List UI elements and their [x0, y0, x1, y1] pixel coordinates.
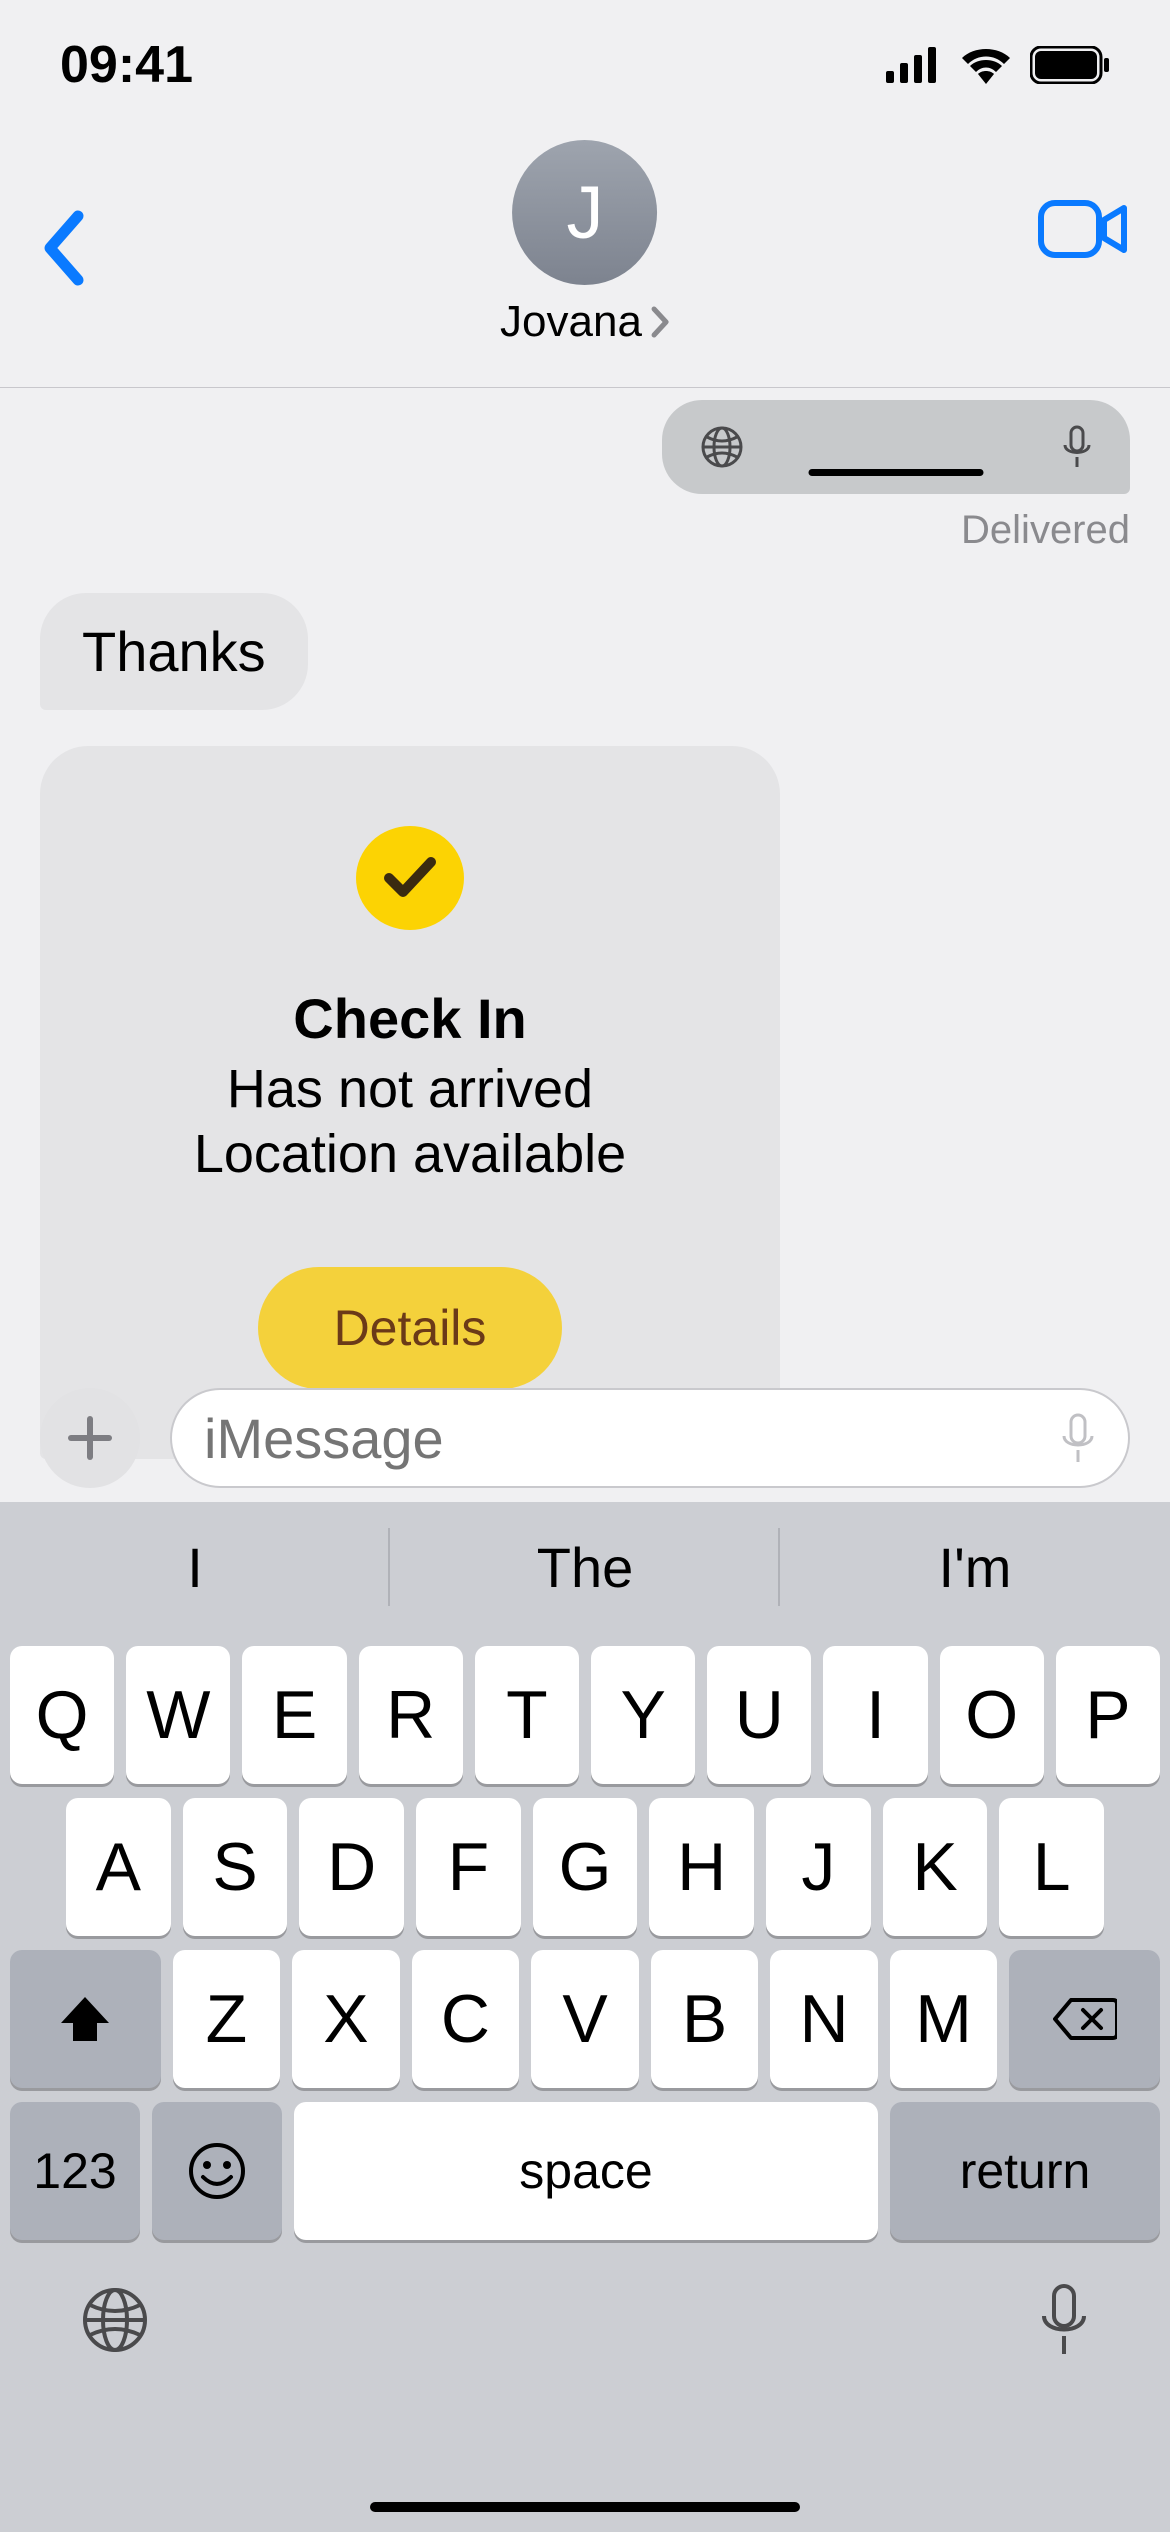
status-bar: 09:41: [0, 0, 1170, 130]
key-a[interactable]: A: [66, 1798, 171, 1936]
conversation-thread: Delivered Thanks Check In Has not arrive…: [0, 400, 1170, 1459]
chevron-left-icon: [40, 210, 84, 286]
back-button[interactable]: [40, 210, 84, 291]
prediction-3[interactable]: I'm: [780, 1502, 1170, 1632]
key-s[interactable]: S: [183, 1798, 288, 1936]
globe-icon[interactable]: [80, 2285, 150, 2355]
status-icons: [886, 46, 1110, 84]
space-key[interactable]: space: [294, 2102, 878, 2240]
key-n[interactable]: N: [770, 1950, 878, 2088]
wifi-icon: [960, 46, 1012, 84]
key-j[interactable]: J: [766, 1798, 871, 1936]
key-m[interactable]: M: [890, 1950, 998, 2088]
key-k[interactable]: K: [883, 1798, 988, 1936]
key-r[interactable]: R: [359, 1646, 463, 1784]
key-z[interactable]: Z: [173, 1950, 281, 2088]
return-key[interactable]: return: [890, 2102, 1160, 2240]
backspace-key[interactable]: [1009, 1950, 1160, 2088]
video-icon: [1038, 200, 1130, 258]
backspace-icon: [1053, 1996, 1117, 2042]
prediction-1[interactable]: I: [0, 1502, 390, 1632]
facetime-button[interactable]: [1038, 200, 1130, 263]
numbers-key[interactable]: 123: [10, 2102, 140, 2240]
key-t[interactable]: T: [475, 1646, 579, 1784]
key-v[interactable]: V: [531, 1950, 639, 2088]
checkin-badge-icon: [356, 826, 464, 930]
key-o[interactable]: O: [940, 1646, 1044, 1784]
battery-icon: [1030, 46, 1110, 84]
dictation-icon[interactable]: [1038, 2282, 1090, 2358]
attachments-button[interactable]: [40, 1388, 140, 1488]
sent-message-stub[interactable]: [662, 400, 1130, 494]
key-b[interactable]: B: [651, 1950, 759, 2088]
shift-icon: [57, 1993, 113, 2045]
keyboard-bottom-bar: [0, 2240, 1170, 2400]
prediction-2[interactable]: The: [390, 1502, 780, 1632]
key-w[interactable]: W: [126, 1646, 230, 1784]
emoji-key[interactable]: [152, 2102, 282, 2240]
key-g[interactable]: G: [533, 1798, 638, 1936]
keyboard-row-1: Q W E R T Y U I O P: [0, 1632, 1170, 1784]
checkmark-icon: [381, 854, 439, 902]
key-y[interactable]: Y: [591, 1646, 695, 1784]
cellular-icon: [886, 47, 942, 83]
key-l[interactable]: L: [999, 1798, 1104, 1936]
key-h[interactable]: H: [649, 1798, 754, 1936]
home-indicator[interactable]: [370, 2502, 800, 2512]
key-f[interactable]: F: [416, 1798, 521, 1936]
key-q[interactable]: Q: [10, 1646, 114, 1784]
emoji-icon: [187, 2141, 247, 2201]
key-p[interactable]: P: [1056, 1646, 1160, 1784]
status-time: 09:41: [60, 35, 193, 95]
keyboard-row-4: 123 space return: [0, 2088, 1170, 2240]
message-input[interactable]: [204, 1406, 1060, 1471]
keyboard: I The I'm Q W E R T Y U I O P A S D F G …: [0, 1502, 1170, 2532]
checkin-status-line2: Location available: [194, 1122, 626, 1187]
key-c[interactable]: C: [412, 1950, 520, 2088]
globe-icon: [700, 425, 744, 469]
chevron-right-icon: [650, 305, 670, 339]
prediction-bar: I The I'm: [0, 1502, 1170, 1632]
avatar: J: [512, 140, 657, 285]
checkin-status-line1: Has not arrived: [227, 1057, 593, 1122]
contact-name: Jovana: [500, 297, 642, 347]
microphone-icon: [1062, 425, 1092, 469]
received-message[interactable]: Thanks: [40, 593, 308, 710]
microphone-icon[interactable]: [1060, 1412, 1096, 1464]
shift-key[interactable]: [10, 1950, 161, 2088]
conversation-header: J Jovana: [0, 130, 1170, 388]
keyboard-row-2: A S D F G H J K L: [0, 1784, 1170, 1936]
key-e[interactable]: E: [242, 1646, 346, 1784]
key-u[interactable]: U: [707, 1646, 811, 1784]
message-input-container[interactable]: [170, 1388, 1130, 1488]
plus-icon: [67, 1415, 113, 1461]
key-d[interactable]: D: [299, 1798, 404, 1936]
checkin-card[interactable]: Check In Has not arrived Location availa…: [40, 746, 780, 1459]
key-i[interactable]: I: [823, 1646, 927, 1784]
checkin-title: Check In: [293, 986, 526, 1051]
message-composer: [0, 1370, 1170, 1508]
key-x[interactable]: X: [292, 1950, 400, 2088]
keyboard-row-3: Z X C V B N M: [0, 1936, 1170, 2088]
contact-info[interactable]: J Jovana: [500, 140, 670, 347]
delivery-status: Delivered: [40, 508, 1130, 553]
